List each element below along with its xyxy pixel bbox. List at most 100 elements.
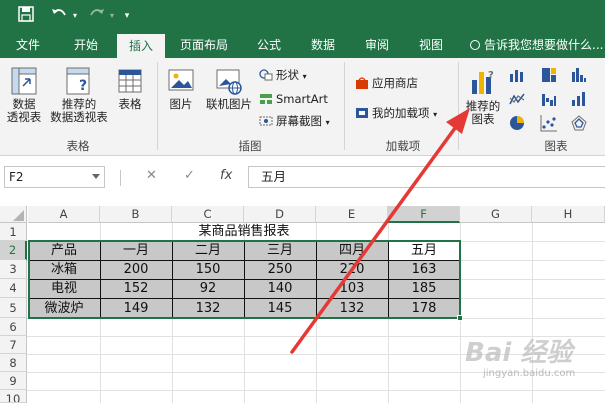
tab-data[interactable]: 数据 — [300, 33, 346, 58]
tab-home[interactable]: 开始 — [62, 33, 110, 58]
enter-icon[interactable]: ✓ — [184, 168, 195, 183]
row-header-10[interactable]: 10 — [0, 390, 27, 403]
table-cell[interactable]: 185 — [388, 280, 460, 298]
table-label: 表格 — [118, 97, 142, 111]
scatter-chart-icon[interactable] — [540, 114, 558, 132]
table-cell[interactable]: 145 — [244, 299, 316, 318]
tab-file[interactable]: 文件 — [6, 33, 50, 58]
waterfall-chart-icon[interactable] — [540, 90, 558, 108]
row-header-9[interactable]: 9 — [0, 372, 27, 390]
cancel-icon[interactable]: ✕ — [146, 168, 157, 183]
column-chart-icon[interactable] — [508, 66, 526, 84]
table-cell[interactable]: 103 — [316, 280, 388, 298]
table-cell[interactable]: 132 — [172, 299, 244, 318]
picture-icon — [167, 66, 195, 96]
chevron-down-icon: ▾ — [325, 118, 330, 127]
column-header-c[interactable]: C — [172, 206, 244, 223]
undo-icon[interactable] — [48, 6, 70, 26]
store-icon — [355, 76, 369, 89]
row-header-5[interactable]: 5 — [0, 298, 27, 318]
my-addins-button[interactable]: 我的加载项 ▾ — [355, 104, 437, 124]
redo-dropdown-icon[interactable]: ▾ — [108, 6, 116, 26]
chevron-down-icon — [92, 174, 100, 179]
line-chart-icon[interactable] — [508, 90, 526, 108]
online-picture-button[interactable]: 联机图片 — [203, 66, 255, 111]
shapes-button[interactable]: 形状 ▾ — [259, 66, 307, 86]
smartart-label: SmartArt — [276, 92, 328, 106]
column-header-h[interactable]: H — [532, 206, 605, 223]
group-separator — [458, 62, 459, 150]
table-cell[interactable]: 132 — [316, 299, 388, 318]
recommended-pivot-button[interactable]: ? 推荐的 数据透视表 — [48, 66, 110, 124]
chevron-down-icon: ▾ — [433, 110, 438, 119]
table-cell[interactable]: 微波炉 — [28, 299, 100, 318]
hierarchy-chart-icon[interactable] — [540, 66, 558, 84]
charts-group-label: 图表 — [544, 139, 568, 153]
table-header-cell[interactable]: 四月 — [316, 242, 388, 260]
insert-function-icon[interactable]: fx — [220, 168, 232, 183]
picture-button[interactable]: 图片 — [162, 66, 200, 111]
group-separator — [344, 62, 345, 150]
table-header-cell[interactable]: 三月 — [244, 242, 316, 260]
column-header-a[interactable]: A — [28, 206, 100, 223]
shapes-label: 形状 — [276, 68, 299, 82]
table-cell[interactable]: 250 — [244, 261, 316, 279]
column-header-b[interactable]: B — [100, 206, 172, 223]
row-header-3[interactable]: 3 — [0, 260, 27, 279]
table-cell[interactable]: 150 — [172, 261, 244, 279]
pivot-table-button[interactable]: 数据 透视表 — [4, 66, 44, 124]
table-header-cell[interactable]: 二月 — [172, 242, 244, 260]
formula-input[interactable]: 五月 — [248, 166, 605, 188]
table-cell[interactable]: 178 — [388, 299, 460, 318]
smartart-icon — [259, 92, 273, 104]
active-cell-f2[interactable]: 五月 — [388, 242, 460, 260]
recommended-charts-button[interactable]: ? 推荐的 图表 — [462, 66, 504, 126]
row-header-7[interactable]: 7 — [0, 336, 27, 354]
table-cell[interactable]: 冰箱 — [28, 261, 100, 279]
table-cell[interactable]: 140 — [244, 280, 316, 298]
name-box[interactable]: F2 — [4, 166, 105, 188]
screenshot-button[interactable]: 屏幕截图 ▾ — [259, 112, 330, 132]
row-header-2[interactable]: 2 — [0, 241, 27, 260]
table-header-cell[interactable]: 产品 — [28, 242, 100, 260]
table-cell[interactable]: 149 — [100, 299, 172, 318]
tab-review[interactable]: 审阅 — [354, 33, 400, 58]
table-icon — [117, 66, 143, 96]
ribbon: 数据 透视表 ? 推荐的 数据透视表 表格 表格 图片 联机图片 形状 ▾ Sm… — [0, 58, 605, 156]
undo-dropdown-icon[interactable]: ▾ — [70, 6, 80, 26]
column-header-e[interactable]: E — [316, 206, 388, 223]
tab-formulas[interactable]: 公式 — [246, 33, 292, 58]
table-cell[interactable]: 152 — [100, 280, 172, 298]
table-cell[interactable]: 92 — [172, 280, 244, 298]
recommended-pivot-icon: ? — [65, 66, 93, 96]
select-all-corner[interactable] — [0, 206, 27, 223]
tab-insert[interactable]: 插入 — [117, 34, 165, 59]
pie-chart-icon[interactable] — [508, 114, 526, 132]
table-cell[interactable]: 200 — [100, 261, 172, 279]
row-header-8[interactable]: 8 — [0, 354, 27, 372]
smartart-button[interactable]: SmartArt — [259, 90, 328, 108]
table-cell[interactable]: 电视 — [28, 280, 100, 298]
fill-handle[interactable] — [457, 315, 463, 321]
redo-icon[interactable] — [86, 6, 108, 26]
customize-icon[interactable]: ▾ — [120, 6, 134, 26]
table-button[interactable]: 表格 — [112, 66, 148, 111]
column-header-g[interactable]: G — [460, 206, 532, 223]
tab-page-layout[interactable]: 页面布局 — [172, 33, 236, 58]
store-button[interactable]: 应用商店 — [355, 74, 418, 92]
table-cell[interactable]: 163 — [388, 261, 460, 279]
table-header-cell[interactable]: 一月 — [100, 242, 172, 260]
save-icon[interactable] — [16, 6, 36, 26]
column-header-d[interactable]: D — [244, 206, 316, 223]
row-header-6[interactable]: 6 — [0, 318, 27, 336]
pivot-chart-icon[interactable] — [570, 90, 588, 108]
row-header-1[interactable]: 1 — [0, 223, 27, 241]
radar-chart-icon[interactable] — [570, 114, 588, 132]
tab-view[interactable]: 视图 — [408, 33, 454, 58]
column-header-f[interactable]: F — [388, 206, 460, 223]
tell-me-box[interactable]: 告诉我您想要做什么... — [470, 33, 603, 58]
statistic-chart-icon[interactable] — [570, 66, 588, 84]
table-cell[interactable]: 220 — [316, 261, 388, 279]
sheet-title-cell[interactable]: 某商品销售报表 — [28, 223, 460, 241]
row-header-4[interactable]: 4 — [0, 279, 27, 298]
